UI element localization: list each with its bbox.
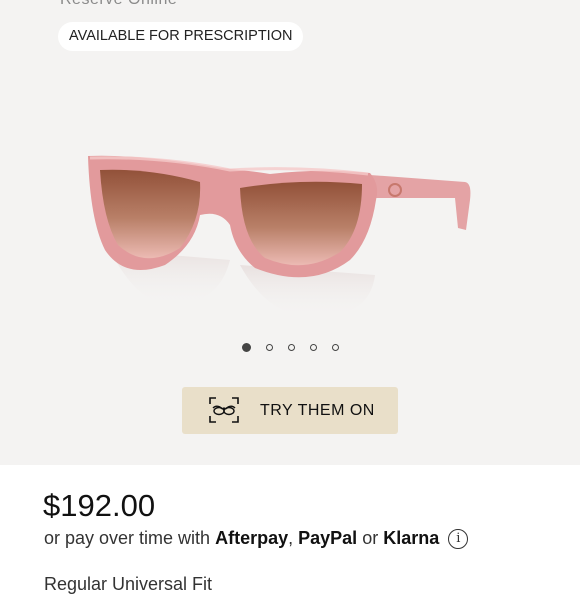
carousel-dot-1[interactable]: [241, 343, 251, 352]
product-gallery[interactable]: Reserve Online AVAILABLE FOR PRESCRIPTIO…: [0, 0, 580, 465]
carousel-dot-4[interactable]: [309, 344, 317, 351]
try-them-on-button[interactable]: TRY THEM ON: [182, 387, 398, 434]
carousel-dot-5[interactable]: [331, 344, 339, 351]
info-icon[interactable]: i: [448, 529, 469, 549]
paypal-link[interactable]: PayPal: [298, 528, 357, 548]
fit-text: Regular Universal Fit: [44, 574, 213, 594]
reserve-online-text: Reserve Online: [60, 0, 177, 9]
product-price: $192.00: [43, 488, 156, 523]
comma: ,: [288, 528, 294, 548]
payment-prefix: or pay over time with: [44, 528, 211, 548]
glasses-scan-icon: [209, 397, 239, 423]
or-text: or: [362, 528, 379, 548]
afterpay-link[interactable]: Afterpay: [215, 528, 288, 548]
carousel-dot-2[interactable]: [265, 344, 273, 351]
sunglasses-image[interactable]: [70, 140, 490, 340]
carousel-dot-3[interactable]: [287, 344, 295, 351]
try-them-on-label: TRY THEM ON: [260, 402, 375, 419]
prescription-badge: AVAILABLE FOR PRESCRIPTION: [58, 22, 304, 51]
carousel-dots[interactable]: [0, 343, 580, 352]
payment-options: or pay over time with Afterpay, PayPal o…: [44, 528, 469, 549]
klarna-link[interactable]: Klarna: [383, 528, 439, 548]
